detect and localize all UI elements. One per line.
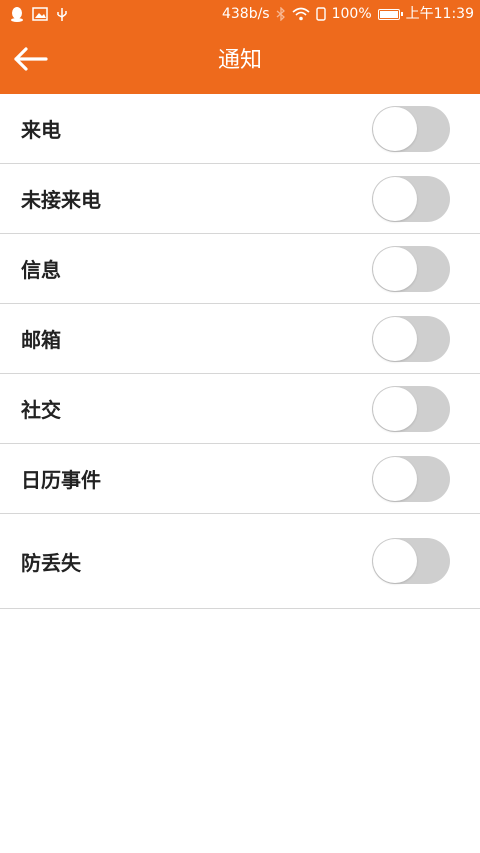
page-title: 通知 [217, 48, 262, 73]
bluetooth-icon [276, 7, 286, 21]
setting-row-missed-call: 未接来电 [0, 164, 480, 234]
setting-label: 日历事件 [21, 468, 101, 492]
battery-percent: 100% [331, 6, 372, 22]
status-bar: 438b/s 100% 上午11:39 [0, 0, 480, 28]
notification-settings-list: 来电 未接来电 信息 邮箱 社交 日历事件 防丢失 [0, 94, 480, 609]
wifi-icon [292, 7, 310, 21]
vibrate-icon [315, 7, 326, 21]
toggle-knob [373, 176, 417, 221]
status-bar-right: 438b/s 100% 上午11:39 [222, 0, 474, 28]
message-toggle[interactable] [372, 245, 450, 292]
setting-label: 来电 [21, 118, 61, 142]
usb-icon [56, 6, 68, 22]
app-bar: 通知 [0, 28, 480, 94]
setting-label: 社交 [21, 398, 61, 422]
toggle-knob [373, 456, 417, 501]
net-speed: 438b/s [221, 6, 270, 22]
toggle-knob [373, 246, 417, 291]
missed-call-toggle[interactable] [372, 175, 450, 222]
setting-row-anti-lost: 防丢失 [0, 514, 480, 609]
status-bar-left [10, 6, 68, 22]
incoming-call-toggle[interactable] [372, 105, 450, 152]
image-icon [32, 7, 48, 21]
setting-row-message: 信息 [0, 234, 480, 304]
toggle-knob [373, 106, 417, 151]
anti-lost-toggle[interactable] [372, 538, 450, 584]
setting-row-social: 社交 [0, 374, 480, 444]
setting-label: 防丢失 [21, 550, 81, 575]
email-toggle[interactable] [372, 315, 450, 362]
setting-label: 未接来电 [21, 188, 101, 212]
qq-icon [10, 6, 24, 22]
clock: 上午11:39 [405, 6, 474, 22]
setting-row-calendar: 日历事件 [0, 444, 480, 514]
setting-row-incoming-call: 来电 [0, 94, 480, 164]
toggle-knob [373, 386, 417, 431]
setting-label: 邮箱 [21, 328, 61, 352]
toggle-knob [373, 539, 417, 583]
battery-icon [377, 8, 403, 20]
social-toggle[interactable] [372, 385, 450, 432]
setting-row-email: 邮箱 [0, 304, 480, 374]
toggle-knob [373, 316, 417, 361]
setting-label: 信息 [21, 258, 61, 282]
calendar-toggle[interactable] [372, 455, 450, 502]
